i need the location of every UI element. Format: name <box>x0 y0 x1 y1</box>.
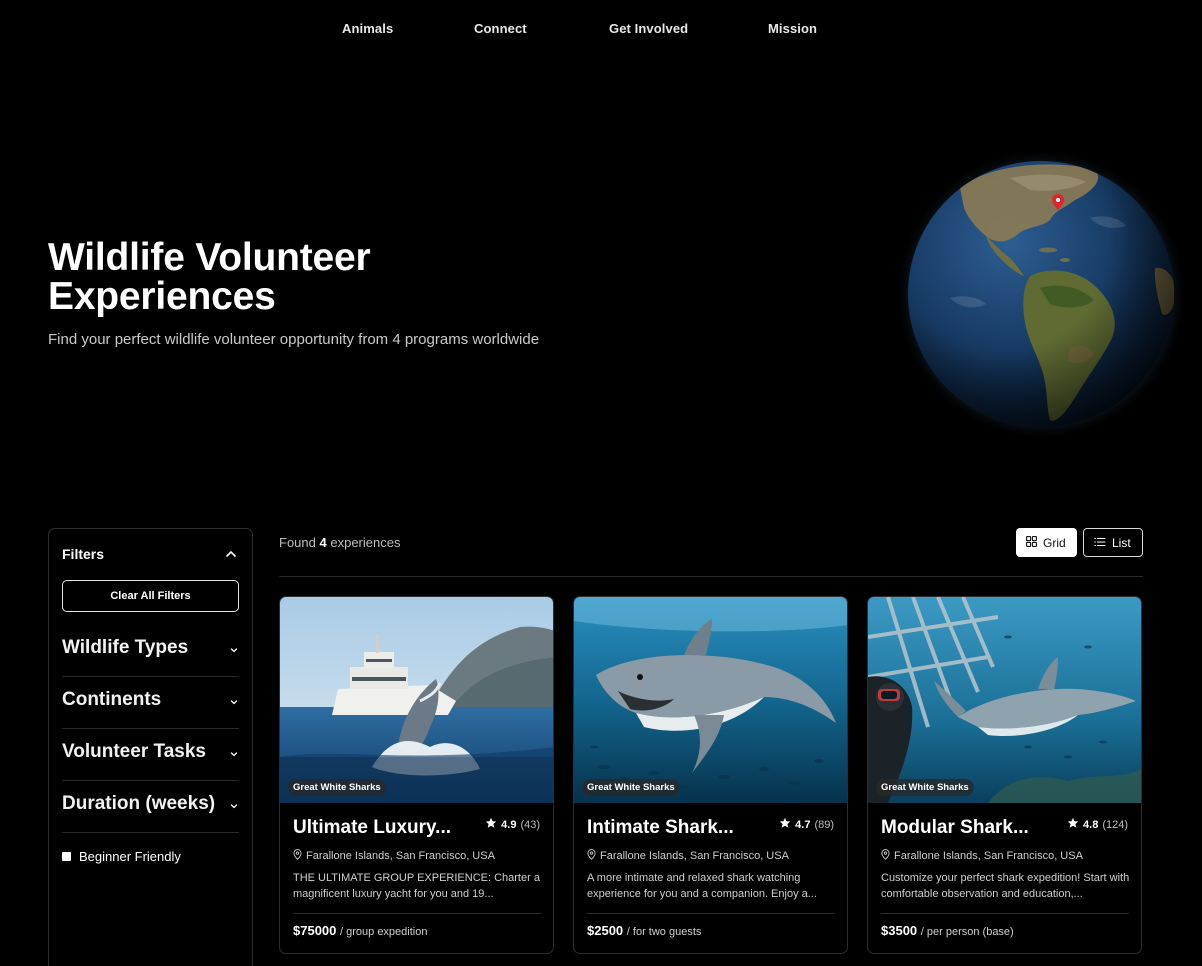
grid-label: Grid <box>1043 535 1066 550</box>
card-rating: 4.9 (43) <box>485 817 540 832</box>
star-icon <box>485 817 497 832</box>
location-pin-icon <box>293 849 302 863</box>
hero-title: Wildlife Volunteer Experiences <box>48 238 468 316</box>
nav-mission[interactable]: Mission <box>768 21 817 36</box>
star-icon <box>779 817 791 832</box>
experience-card[interactable]: Great White Sharks Modular Shark... 4.8 … <box>867 596 1142 954</box>
price-unit: / per person (base) <box>920 926 1014 938</box>
review-count: (89) <box>814 818 834 831</box>
card-price: $2500 / for two guests <box>587 923 701 938</box>
card-description: THE ULTIMATE GROUP EXPERIENCE: Charter a… <box>293 872 540 900</box>
card-price: $75000 / group expedition <box>293 923 427 938</box>
hero-title-line2: Experiences <box>48 275 276 318</box>
rating-value: 4.8 <box>1083 818 1099 831</box>
location-pin-icon <box>587 849 596 863</box>
location-text: Farallone Islands, San Francisco, USA <box>306 850 495 862</box>
list-view-button[interactable]: List <box>1083 528 1143 557</box>
review-count: (124) <box>1102 818 1128 831</box>
price-unit: / group expedition <box>340 926 428 938</box>
chevron-down-icon <box>229 746 239 757</box>
checkbox-box[interactable] <box>62 852 71 861</box>
filters-panel: Filters Clear All Filters Wildlife Types… <box>48 528 253 966</box>
grid-icon <box>1026 535 1037 550</box>
card-location: Farallone Islands, San Francisco, USA <box>587 849 789 863</box>
location-text: Farallone Islands, San Francisco, USA <box>894 850 1083 862</box>
card-title[interactable]: Intimate Shark... <box>587 817 734 839</box>
hero-subtitle: Find your perfect wildlife volunteer opp… <box>48 331 540 348</box>
card-image <box>868 597 1141 803</box>
top-nav: Animals Connect Get Involved Mission <box>0 0 1202 58</box>
card-image <box>574 597 847 803</box>
card-divider <box>587 913 835 914</box>
card-rating: 4.7 (89) <box>779 817 834 832</box>
grid-view-button[interactable]: Grid <box>1016 528 1077 557</box>
list-icon <box>1094 536 1106 550</box>
card-divider <box>293 913 541 914</box>
filter-label: Duration (weeks) <box>62 793 216 814</box>
star-icon <box>1067 817 1079 832</box>
review-count: (43) <box>520 818 540 831</box>
beginner-friendly-label: Beginner Friendly <box>79 849 181 864</box>
card-location: Farallone Islands, San Francisco, USA <box>881 849 1083 863</box>
price-unit: / for two guests <box>626 926 702 938</box>
found-count: 4 <box>319 535 327 550</box>
experience-card[interactable]: Great White Sharks Intimate Shark... 4.7… <box>573 596 848 954</box>
nav-get-involved[interactable]: Get Involved <box>609 21 688 36</box>
card-image <box>280 597 553 803</box>
wildlife-badge: Great White Sharks <box>876 779 974 796</box>
filter-label: Wildlife Types <box>62 637 189 658</box>
card-description: Customize your perfect shark expedition!… <box>881 872 1130 900</box>
location-text: Farallone Islands, San Francisco, USA <box>600 850 789 862</box>
wildlife-badge: Great White Sharks <box>582 779 680 796</box>
filter-label: Volunteer Tasks <box>62 741 206 762</box>
hero-title-line1: Wildlife Volunteer <box>48 236 371 279</box>
filter-wildlife-types[interactable]: Wildlife Types <box>62 625 239 677</box>
chevron-down-icon <box>229 642 239 653</box>
card-price: $3500 / per person (base) <box>881 923 1014 938</box>
rating-value: 4.7 <box>795 818 811 831</box>
card-description: A more intimate and relaxed shark watchi… <box>587 872 817 900</box>
price-value: $3500 <box>881 923 918 938</box>
location-pin-icon <box>881 849 890 863</box>
card-title[interactable]: Ultimate Luxury... <box>293 817 451 839</box>
found-prefix: Found <box>279 535 316 550</box>
filter-continents[interactable]: Continents <box>62 677 239 729</box>
found-suffix: experiences <box>330 535 401 550</box>
results-divider <box>279 576 1143 577</box>
filter-volunteer-tasks[interactable]: Volunteer Tasks <box>62 729 239 781</box>
card-title[interactable]: Modular Shark... <box>881 817 1029 839</box>
globe-image[interactable] <box>890 148 1190 448</box>
card-divider <box>881 913 1129 914</box>
experience-card[interactable]: Great White Sharks Ultimate Luxury... 4.… <box>279 596 554 954</box>
card-rating: 4.8 (124) <box>1067 817 1128 832</box>
nav-connect[interactable]: Connect <box>474 21 527 36</box>
list-label: List <box>1112 535 1131 550</box>
rating-value: 4.9 <box>501 818 517 831</box>
filter-label: Continents <box>62 689 162 710</box>
wildlife-badge: Great White Sharks <box>288 779 386 796</box>
chevron-up-icon[interactable] <box>224 547 238 561</box>
nav-animals[interactable]: Animals <box>342 21 393 36</box>
chevron-down-icon <box>229 798 239 809</box>
clear-all-filters-button[interactable]: Clear All Filters <box>62 580 239 612</box>
filters-heading: Filters <box>62 546 105 562</box>
filter-duration-weeks[interactable]: Duration (weeks) <box>62 781 239 833</box>
price-value: $2500 <box>587 923 624 938</box>
results-count: Found 4 experiences <box>279 535 400 550</box>
price-value: $75000 <box>293 923 337 938</box>
chevron-down-icon <box>229 694 239 705</box>
card-location: Farallone Islands, San Francisco, USA <box>293 849 495 863</box>
beginner-friendly-checkbox[interactable]: Beginner Friendly <box>62 849 181 864</box>
